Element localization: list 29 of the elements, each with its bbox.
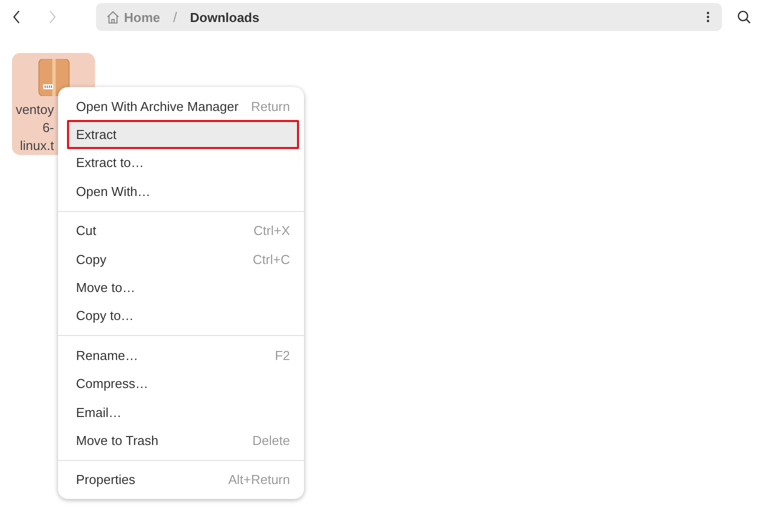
menu-item[interactable]: Open With…	[67, 177, 299, 206]
file-name: 6-	[42, 119, 54, 137]
menu-item[interactable]: Move to Trash Delete	[67, 426, 299, 455]
chevron-left-icon	[13, 10, 21, 24]
kebab-icon	[706, 11, 710, 23]
path-crumb[interactable]: Downloads	[190, 10, 260, 24]
home-icon	[106, 10, 120, 24]
menu-item[interactable]: Properties Alt+Return	[67, 466, 299, 494]
menu-item[interactable]: Copy to…	[67, 302, 299, 330]
menu-item[interactable]: Cut Ctrl+X	[67, 216, 299, 245]
file-name: ventoy	[16, 101, 54, 119]
chevron-right-icon	[48, 10, 56, 24]
path-separator: /	[173, 9, 178, 25]
shortcut-label: F2	[274, 348, 290, 363]
menu-item[interactable]: Move to…	[67, 273, 299, 302]
file-name: linux.t	[20, 137, 54, 155]
menu-item[interactable]: Email…	[67, 398, 299, 426]
shortcut-label: Ctrl+X	[254, 223, 290, 238]
menu-item[interactable]: Rename… F2	[67, 341, 299, 370]
menu-item[interactable]: Compress…	[67, 370, 299, 398]
more-options-button[interactable]	[704, 9, 712, 25]
search-button[interactable]	[735, 8, 753, 26]
shortcut-label: Ctrl+C	[252, 252, 290, 267]
search-icon	[737, 10, 751, 24]
menu-item[interactable]: Extract	[67, 120, 299, 149]
shortcut-label: Delete	[252, 432, 290, 448]
shortcut-label: Alt+Return	[228, 472, 290, 488]
menu-item[interactable]: Copy Ctrl+C	[67, 244, 299, 274]
shortcut-label: Return	[250, 98, 290, 114]
